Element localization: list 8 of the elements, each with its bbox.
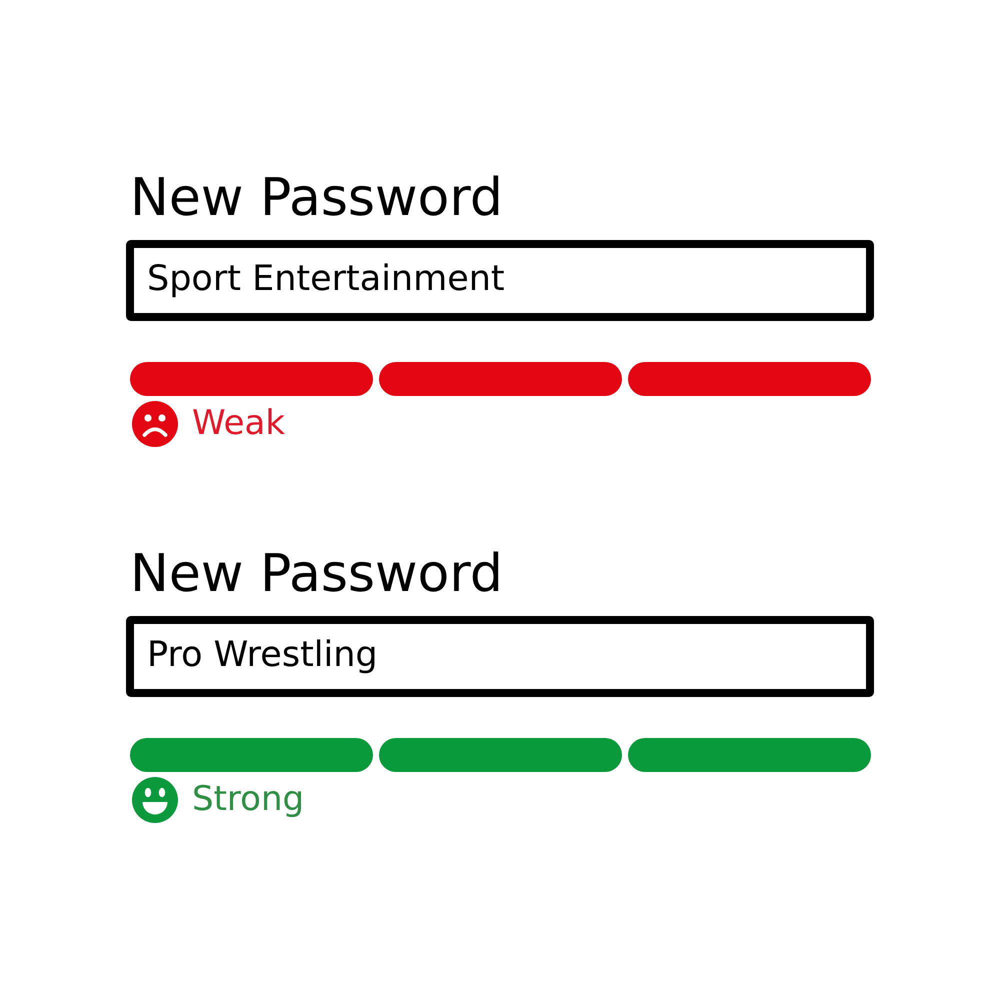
password-field[interactable]: Sport Entertainment xyxy=(126,240,874,321)
field-label: New Password xyxy=(130,172,503,224)
sad-face-icon xyxy=(132,401,178,447)
strength-label: Strong xyxy=(192,782,304,818)
password-field[interactable]: Pro Wrestling xyxy=(126,616,874,697)
strength-label: Weak xyxy=(192,406,286,442)
field-label: New Password xyxy=(130,548,503,600)
smiling-face-icon xyxy=(132,777,178,823)
